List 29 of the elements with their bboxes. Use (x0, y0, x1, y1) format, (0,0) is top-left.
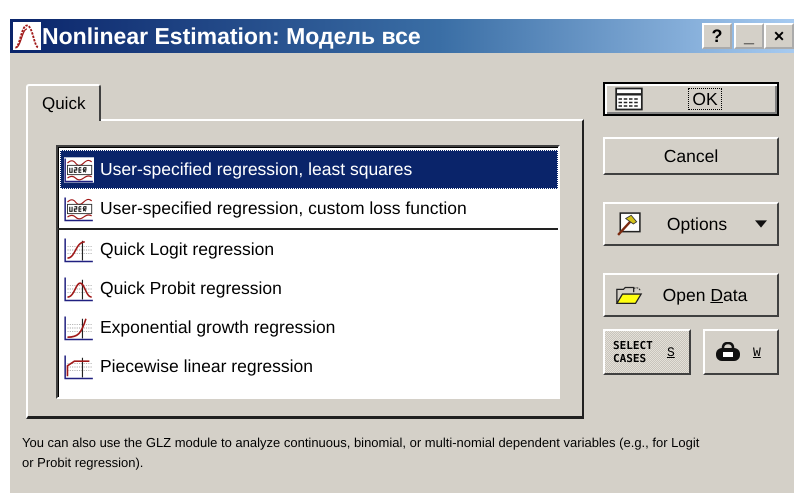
list-item[interactable]: Quick Logit regression (60, 230, 558, 269)
title-bar-button[interactable]: ? (702, 23, 732, 49)
dialog-button[interactable]: Open Data (603, 273, 779, 317)
title-bar-button[interactable]: × (764, 23, 794, 49)
hammer-icon (615, 212, 643, 236)
caret-icon (755, 220, 767, 228)
window-title: Nonlinear Estimation: Модель все (42, 22, 421, 50)
curve-chart-icon (64, 276, 94, 302)
list-item[interactable]: User-specified regression, least squares (60, 150, 558, 189)
list-item[interactable]: Exponential growth regression (60, 308, 558, 347)
dialog-button[interactable]: Options (603, 202, 779, 246)
weight-icon (715, 342, 741, 362)
table-icon (615, 87, 643, 111)
list-item[interactable]: Quick Probit regression (60, 269, 558, 308)
tab[interactable]: Quick (26, 84, 102, 121)
dialog-button[interactable]: OK (603, 82, 779, 116)
user-chart-icon (64, 156, 94, 182)
curve-chart-icon (64, 236, 94, 262)
note-text: You can also use the GLZ module to analyze continuous, binomial, or multi-nomial dependent variables (e.g., for Logit or Probit regression). (22, 434, 700, 472)
dialog-button[interactable]: Cancel (603, 137, 779, 175)
curve-chart-icon (64, 354, 94, 380)
curve-chart-icon (64, 314, 94, 340)
title-bar-button[interactable]: _ (734, 23, 764, 49)
curve-icon (13, 22, 41, 50)
small-button[interactable]: W (703, 329, 779, 375)
list-item[interactable]: Piecewise linear regression (60, 347, 558, 386)
user-chart-icon (64, 196, 94, 222)
list-item[interactable]: User-specified regression, custom loss function (60, 189, 558, 228)
small-button[interactable]: SELECT CASES S (603, 329, 691, 375)
